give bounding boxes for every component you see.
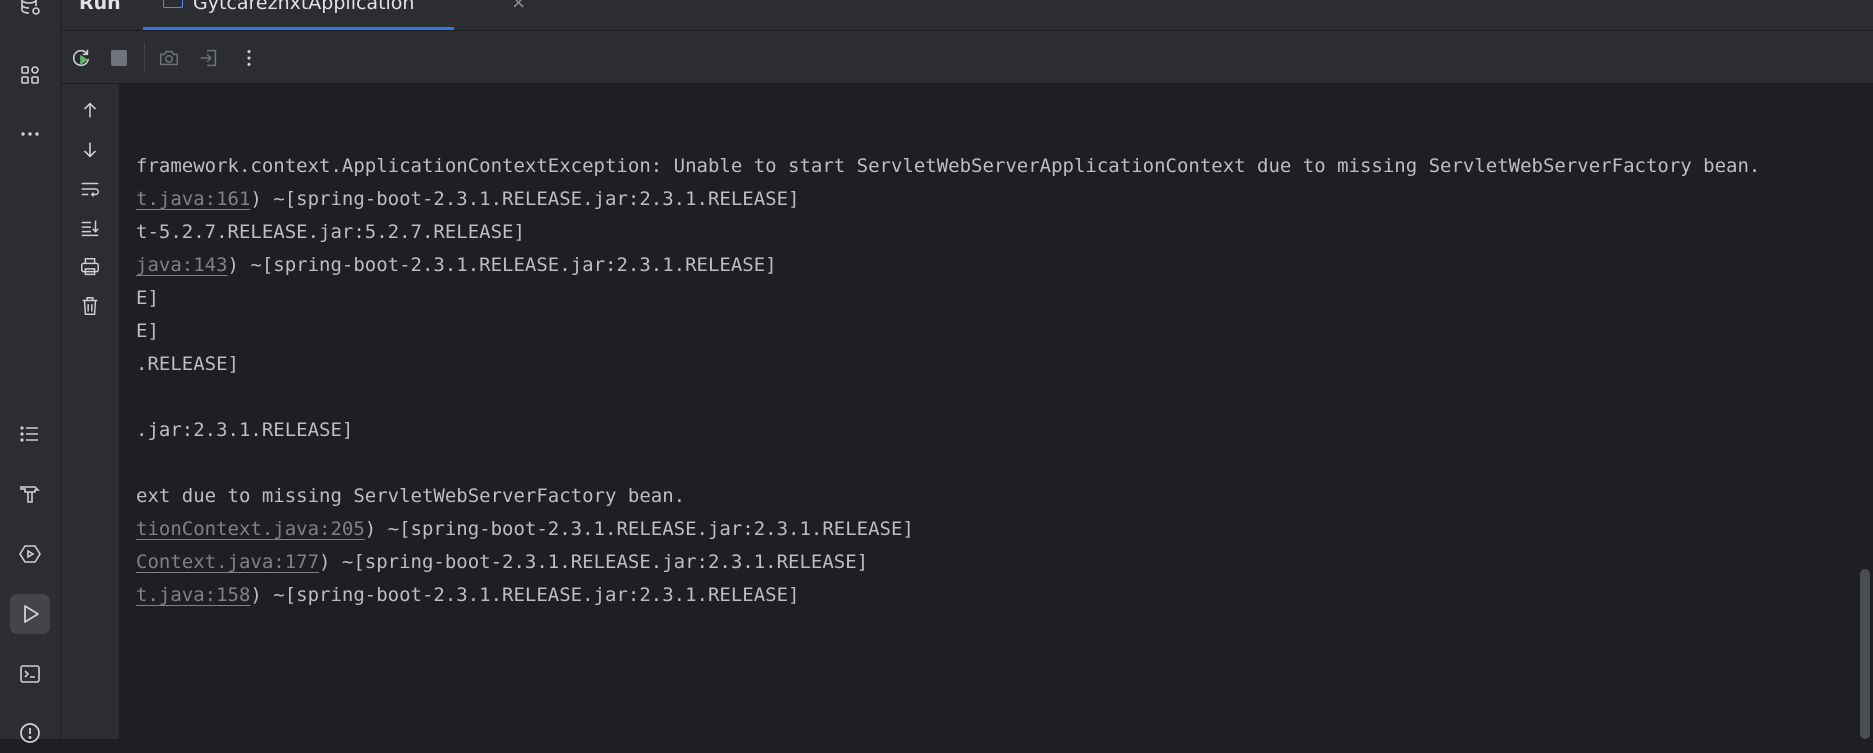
run-toolbar bbox=[61, 31, 1873, 84]
console-text: framework.context.ApplicationContextExce… bbox=[136, 155, 1761, 177]
database-icon[interactable] bbox=[10, 0, 50, 26]
clear-all-icon[interactable] bbox=[73, 291, 107, 321]
console-text: ) ~[spring-boot-2.3.1.RELEASE.jar:2.3.1.… bbox=[250, 188, 800, 210]
console-text: .RELEASE] bbox=[136, 353, 239, 375]
up-arrow-icon[interactable] bbox=[73, 95, 107, 125]
screenshot-icon[interactable] bbox=[153, 42, 185, 74]
console-text: ) ~[spring-boot-2.3.1.RELEASE.jar:2.3.1.… bbox=[319, 551, 869, 573]
activity-bar bbox=[0, 0, 61, 743]
build-icon[interactable] bbox=[10, 474, 50, 514]
services-icon[interactable] bbox=[10, 534, 50, 574]
console-side-toolbar bbox=[61, 84, 120, 739]
more-icon[interactable] bbox=[10, 114, 50, 154]
source-link[interactable]: tionContext.java:205 bbox=[136, 518, 365, 540]
source-link[interactable]: t.java:161 bbox=[136, 188, 250, 210]
console-line: t.java:161) ~[spring-boot-2.3.1.RELEASE.… bbox=[136, 183, 799, 216]
console-text: ext due to missing ServletWebServerFacto… bbox=[136, 485, 686, 507]
more-actions-icon[interactable] bbox=[233, 42, 265, 74]
console-line: framework.context.ApplicationContextExce… bbox=[136, 150, 1760, 183]
tab-label: GytcareznxtApplication bbox=[193, 0, 415, 14]
console-line: java:143) ~[spring-boot-2.3.1.RELEASE.ja… bbox=[136, 249, 777, 282]
print-icon[interactable] bbox=[73, 252, 107, 282]
console-line: t.java:158) ~[spring-boot-2.3.1.RELEASE.… bbox=[136, 579, 799, 612]
source-link[interactable]: Context.java:177 bbox=[136, 551, 319, 573]
console-line: E] bbox=[136, 315, 159, 348]
console-line: t-5.2.7.RELEASE.jar:5.2.7.RELEASE] bbox=[136, 216, 525, 249]
down-arrow-icon[interactable] bbox=[73, 135, 107, 165]
console-line: tionContext.java:205) ~[spring-boot-2.3.… bbox=[136, 513, 914, 546]
close-icon[interactable]: × bbox=[511, 0, 526, 13]
stop-icon[interactable] bbox=[103, 42, 135, 74]
console-output[interactable]: framework.context.ApplicationContextExce… bbox=[120, 84, 1855, 739]
source-link[interactable]: t.java:158 bbox=[136, 584, 250, 606]
console-text: .jar:2.3.1.RELEASE] bbox=[136, 419, 354, 441]
scrollbar-thumb[interactable] bbox=[1860, 569, 1870, 739]
toolbar-separator bbox=[144, 43, 145, 73]
console-line: .RELEASE] bbox=[136, 348, 239, 381]
application-icon bbox=[163, 0, 183, 8]
run-tab-bar: Run GytcareznxtApplication × bbox=[61, 0, 1873, 31]
rerun-icon[interactable] bbox=[65, 42, 97, 74]
active-tab-indicator bbox=[143, 27, 454, 30]
terminal-icon[interactable] bbox=[10, 654, 50, 694]
tab-gytcareznxt-application[interactable]: GytcareznxtApplication × bbox=[143, 0, 526, 30]
todo-icon[interactable] bbox=[10, 414, 50, 454]
console-text: ) ~[spring-boot-2.3.1.RELEASE.jar:2.3.1.… bbox=[364, 518, 914, 540]
run-panel-title: Run bbox=[79, 0, 121, 14]
console-text: t-5.2.7.RELEASE.jar:5.2.7.RELEASE] bbox=[136, 221, 525, 243]
console-line: .jar:2.3.1.RELEASE] bbox=[136, 414, 353, 447]
console-text: E] bbox=[136, 287, 159, 309]
console-scrollbar[interactable] bbox=[1857, 84, 1873, 739]
console-text: ) ~[spring-boot-2.3.1.RELEASE.jar:2.3.1.… bbox=[227, 254, 777, 276]
scroll-to-end-icon[interactable] bbox=[73, 213, 107, 243]
structure-icon[interactable] bbox=[10, 55, 50, 95]
console-line: E] bbox=[136, 282, 159, 315]
console-text: ) ~[spring-boot-2.3.1.RELEASE.jar:2.3.1.… bbox=[250, 584, 800, 606]
attach-debugger-icon[interactable] bbox=[193, 42, 225, 74]
problems-icon[interactable] bbox=[10, 713, 50, 753]
soft-wrap-icon[interactable] bbox=[73, 174, 107, 204]
console-text: E] bbox=[136, 320, 159, 342]
run-icon[interactable] bbox=[10, 594, 50, 634]
console-line: Context.java:177) ~[spring-boot-2.3.1.RE… bbox=[136, 546, 868, 579]
source-link[interactable]: java:143 bbox=[136, 254, 228, 276]
console-line: ext due to missing ServletWebServerFacto… bbox=[136, 480, 685, 513]
